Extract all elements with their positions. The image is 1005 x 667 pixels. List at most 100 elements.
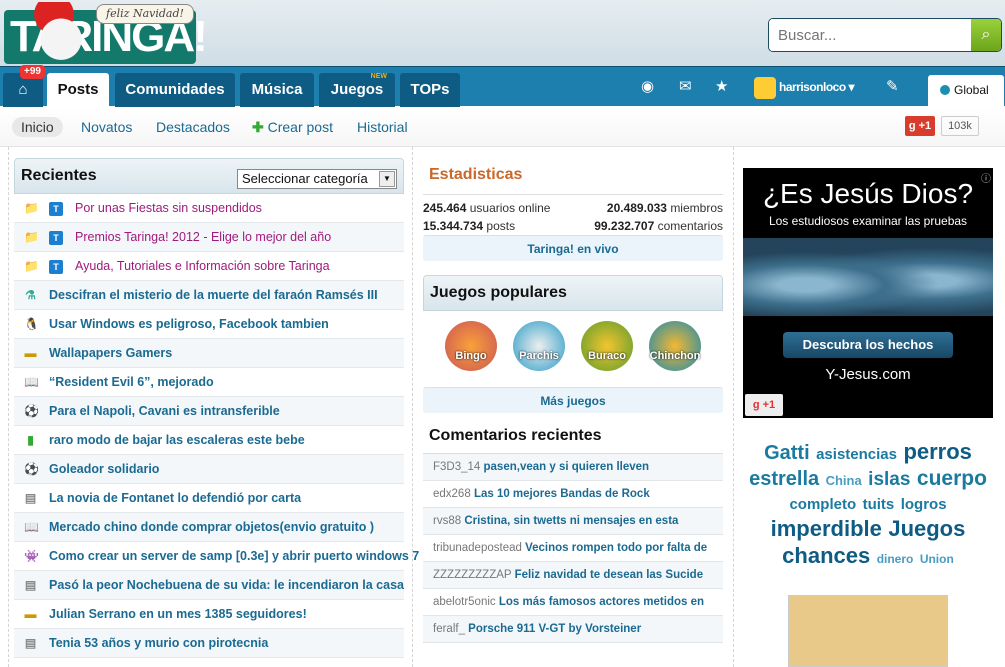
comment-post-link[interactable]: Las 10 mejores Bandas de Rock	[474, 488, 650, 500]
comment-user[interactable]: F3D3_14	[433, 461, 480, 473]
tag-link[interactable]: perros	[903, 439, 971, 464]
post-link[interactable]: Tenia 53 años y murio con pirotecnia	[49, 629, 268, 658]
post-link[interactable]: Usar Windows es peligroso, Facebook tamb…	[49, 310, 329, 339]
tag-link[interactable]: tuits	[863, 496, 895, 513]
comment-user[interactable]: edx268	[433, 488, 471, 500]
list-item[interactable]: 📖 Mercado chino donde comprar objetos(env…	[14, 513, 404, 542]
tag-link[interactable]: Juegos	[888, 516, 965, 541]
subnav-inicio[interactable]: Inicio	[12, 117, 63, 137]
tag-link[interactable]: completo	[789, 496, 856, 513]
google-plus-button[interactable]: g +1	[905, 116, 935, 136]
category-select[interactable]: Seleccionar categoría ▼	[237, 169, 397, 189]
post-link[interactable]: Para el Napoli, Cavani es intransferible	[49, 397, 280, 426]
ad-url: Y-Jesus.com	[825, 366, 911, 383]
list-item[interactable]: 👾 Como crear un server de samp [0.3e] y a…	[14, 542, 419, 571]
tag-link[interactable]: imperdible	[771, 516, 882, 541]
tab-juegos[interactable]: Juegos NEW	[319, 73, 395, 107]
subnav-novatos[interactable]: Novatos	[81, 117, 132, 137]
comment-post-link[interactable]: Cristina, sin twetts ni mensajes en esta	[464, 515, 678, 527]
members-count: 20.489.033	[606, 201, 667, 215]
list-item[interactable]: 📁 T Ayuda, Tutoriales e Información sobre …	[14, 252, 404, 281]
ad-button[interactable]: Descubra los hechos	[783, 332, 953, 358]
list-item[interactable]: ▤ Tenia 53 años y murio con pirotecnia	[14, 629, 404, 658]
list-item[interactable]: ▬ Julian Serrano en un mes 1385 seguidore…	[14, 600, 404, 629]
tag-link[interactable]: logros	[901, 496, 947, 513]
mas-juegos-link[interactable]: Más juegos	[423, 387, 723, 413]
list-item[interactable]: ▤ Pasó la peor Nochebuena de su vida: le …	[14, 571, 404, 600]
game-buraco[interactable]: Buraco	[581, 321, 633, 371]
post-link[interactable]: “Resident Evil 6”, mejorado	[49, 368, 214, 397]
comment-post-link[interactable]: Vecinos rompen todo por falta de	[525, 542, 707, 554]
tab-musica[interactable]: Música	[240, 73, 314, 107]
tag-link[interactable]: Gatti	[764, 442, 810, 464]
tag-link[interactable]: cuerpo	[917, 467, 987, 490]
advertisement-2[interactable]	[788, 595, 948, 667]
comment-post-link[interactable]: Porsche 911 V-GT by Vorsteiner	[468, 623, 641, 635]
list-item[interactable]: ▤ La novia de Fontanet lo defendió por ca…	[14, 484, 404, 513]
en-vivo-link[interactable]: Taringa! en vivo	[423, 235, 723, 261]
post-link[interactable]: La novia de Fontanet lo defendió por car…	[49, 484, 301, 513]
comment-post-link[interactable]: pasen,vean y si quieren lleven	[484, 461, 650, 473]
comment-user[interactable]: feralf_	[433, 623, 465, 635]
eye-icon[interactable]: ◉	[641, 75, 654, 99]
subnav-historial[interactable]: Historial	[357, 117, 408, 137]
tab-tops[interactable]: TOPs	[400, 73, 460, 107]
post-link[interactable]: Por unas Fiestas sin suspendidos	[75, 194, 262, 223]
list-item[interactable]: ⚽ Goleador solidario	[14, 455, 404, 484]
global-tab[interactable]: Global	[928, 75, 1004, 107]
tag-link[interactable]: China	[826, 473, 862, 488]
post-link[interactable]: Descifran el misterio de la muerte del f…	[49, 281, 378, 310]
search-button[interactable]: ⌕	[971, 19, 1001, 51]
list-item[interactable]: ▬ Wallapapers Gamers	[14, 339, 404, 368]
list-item[interactable]: 🐧 Usar Windows es peligroso, Facebook tam…	[14, 310, 404, 339]
tag-link[interactable]: asistencias	[816, 446, 897, 463]
post-link[interactable]: Premios Taringa! 2012 - Elige lo mejor d…	[75, 223, 331, 252]
game-chinchon[interactable]: Chinchon	[649, 321, 701, 371]
science-icon: ⚗	[25, 288, 36, 302]
comment-user[interactable]: tribunadepostead	[433, 542, 522, 554]
user-menu[interactable]: harrisonloco ▾	[754, 76, 855, 99]
info-icon[interactable]: ⓘ	[981, 170, 991, 185]
game-bingo[interactable]: Bingo	[445, 321, 497, 371]
games-icon: 👾	[24, 549, 39, 563]
tag-link[interactable]: Union	[920, 552, 954, 566]
comment-user[interactable]: abelotr5onic	[433, 596, 496, 608]
list-item[interactable]: 📁 T Premios Taringa! 2012 - Elige lo mejor…	[14, 223, 404, 252]
search-input[interactable]	[769, 19, 969, 51]
tag-link[interactable]: chances	[782, 543, 870, 568]
linux-icon: 🐧	[24, 317, 39, 331]
tag-link[interactable]: estrella	[749, 468, 819, 490]
post-link[interactable]: Goleador solidario	[49, 455, 159, 484]
post-link[interactable]: Pasó la peor Nochebuena de su vida: le i…	[49, 571, 404, 600]
list-item[interactable]: ▮ raro modo de bajar las escaleras este b…	[14, 426, 404, 455]
tab-posts[interactable]: Posts	[47, 73, 109, 107]
online-count: 245.464	[423, 201, 467, 215]
list-item[interactable]: ⚗ Descifran el misterio de la muerte del …	[14, 281, 404, 310]
list-item[interactable]: 📖 “Resident Evil 6”, mejorado	[14, 368, 404, 397]
comment-user[interactable]: ZZZZZZZZZAP	[433, 569, 511, 581]
post-link[interactable]: Como crear un server de samp [0.3e] y ab…	[49, 542, 419, 571]
post-link[interactable]: Wallapapers Gamers	[49, 339, 172, 368]
tag-link[interactable]: islas	[868, 469, 910, 490]
subnav-destacados[interactable]: Destacados	[156, 117, 230, 137]
star-icon[interactable]: ★	[715, 75, 728, 99]
ad-gplus-button[interactable]: g +1	[745, 394, 783, 416]
post-link[interactable]: Julian Serrano en un mes 1385 seguidores…	[49, 600, 307, 629]
post-link[interactable]: Ayuda, Tutoriales e Información sobre Ta…	[75, 252, 330, 281]
post-link[interactable]: raro modo de bajar las escaleras este be…	[49, 426, 305, 455]
list-item[interactable]: ⚽ Para el Napoli, Cavani es intransferibl…	[14, 397, 404, 426]
post-link[interactable]: Mercado chino donde comprar objetos(envi…	[49, 513, 374, 542]
subnav-crear-post[interactable]: ✚ Crear post	[252, 117, 333, 137]
notification-badge[interactable]: +99	[20, 65, 45, 79]
list-item[interactable]: 📁 T Por unas Fiestas sin suspendidos	[14, 194, 404, 223]
comment-post-link[interactable]: Feliz navidad te desean las Sucide	[515, 569, 704, 581]
comment-user[interactable]: rvs88	[433, 515, 461, 527]
advertisement[interactable]: ⓘ ¿Es Jesús Dios? Los estudiosos examina…	[743, 168, 993, 418]
edit-icon[interactable]: ✎	[886, 75, 899, 99]
juegos-title: Juegos populares	[430, 284, 567, 301]
tab-comunidades[interactable]: Comunidades	[115, 73, 235, 107]
mail-icon[interactable]: ✉	[679, 75, 692, 99]
game-parchis[interactable]: Parchis	[513, 321, 565, 371]
tag-link[interactable]: dinero	[877, 552, 914, 566]
comment-post-link[interactable]: Los más famosos actores metidos en	[499, 596, 704, 608]
